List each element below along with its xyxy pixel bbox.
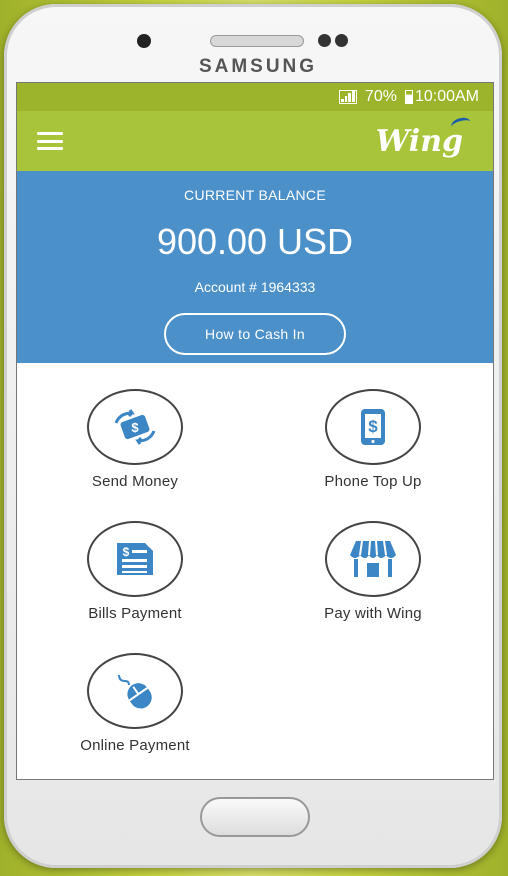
online-payment-button[interactable]: Online Payment xyxy=(35,653,235,754)
home-button[interactable] xyxy=(200,797,310,837)
front-camera xyxy=(137,34,151,48)
action-label: Bills Payment xyxy=(88,605,182,622)
balance-amount: 900.00 USD xyxy=(156,221,354,262)
money-transfer-icon: $ xyxy=(114,409,156,445)
svg-text:$: $ xyxy=(123,545,130,559)
action-circle xyxy=(87,653,183,729)
action-label: Send Money xyxy=(91,473,179,490)
bill-document-icon: $ xyxy=(117,543,153,575)
device-brand: SAMSUNG xyxy=(198,56,318,77)
bird-icon xyxy=(449,115,473,133)
battery-icon xyxy=(404,90,413,104)
action-label: Pay with Wing xyxy=(324,605,422,622)
app-screen: 70% 10:00AM Wing CURRENT BALANCE 900.00 … xyxy=(16,82,494,780)
phone-top-up-button[interactable]: $ Phone Top Up xyxy=(273,389,473,490)
storefront-icon xyxy=(350,540,396,577)
status-bar: 70% 10:00AM xyxy=(17,83,493,111)
how-to-cash-in-button[interactable]: How to Cash In xyxy=(164,313,346,355)
balance-panel: CURRENT BALANCE 900.00 USD Account # 196… xyxy=(17,171,493,363)
bills-payment-button[interactable]: $ Bills Payment xyxy=(35,521,235,622)
phone-dollar-icon: $ xyxy=(361,409,385,445)
action-circle: $ xyxy=(87,521,183,597)
app-bar: Wing xyxy=(17,111,493,171)
action-circle: $ xyxy=(87,389,183,465)
action-label: Online Payment xyxy=(80,737,190,754)
action-circle xyxy=(325,521,421,597)
sensor xyxy=(318,34,331,47)
speaker-grille xyxy=(210,35,304,47)
pay-with-wing-button[interactable]: Pay with Wing xyxy=(273,521,473,622)
hamburger-icon[interactable] xyxy=(37,132,63,150)
clock: 10:00AM xyxy=(414,88,479,105)
mouse-icon xyxy=(118,674,152,709)
signal-icon xyxy=(338,90,357,104)
logo-text: Wing xyxy=(375,123,463,159)
action-label: Phone Top Up xyxy=(324,473,422,490)
account-number: Account # 1964333 xyxy=(194,279,316,295)
svg-text:$: $ xyxy=(368,417,378,436)
sensor xyxy=(335,34,348,47)
svg-text:$: $ xyxy=(131,420,139,435)
action-circle: $ xyxy=(325,389,421,465)
battery-percent: 70% xyxy=(364,88,397,105)
send-money-button[interactable]: $ Send Money xyxy=(35,389,235,490)
wing-logo: Wing xyxy=(375,115,473,159)
balance-label: CURRENT BALANCE xyxy=(184,187,326,203)
